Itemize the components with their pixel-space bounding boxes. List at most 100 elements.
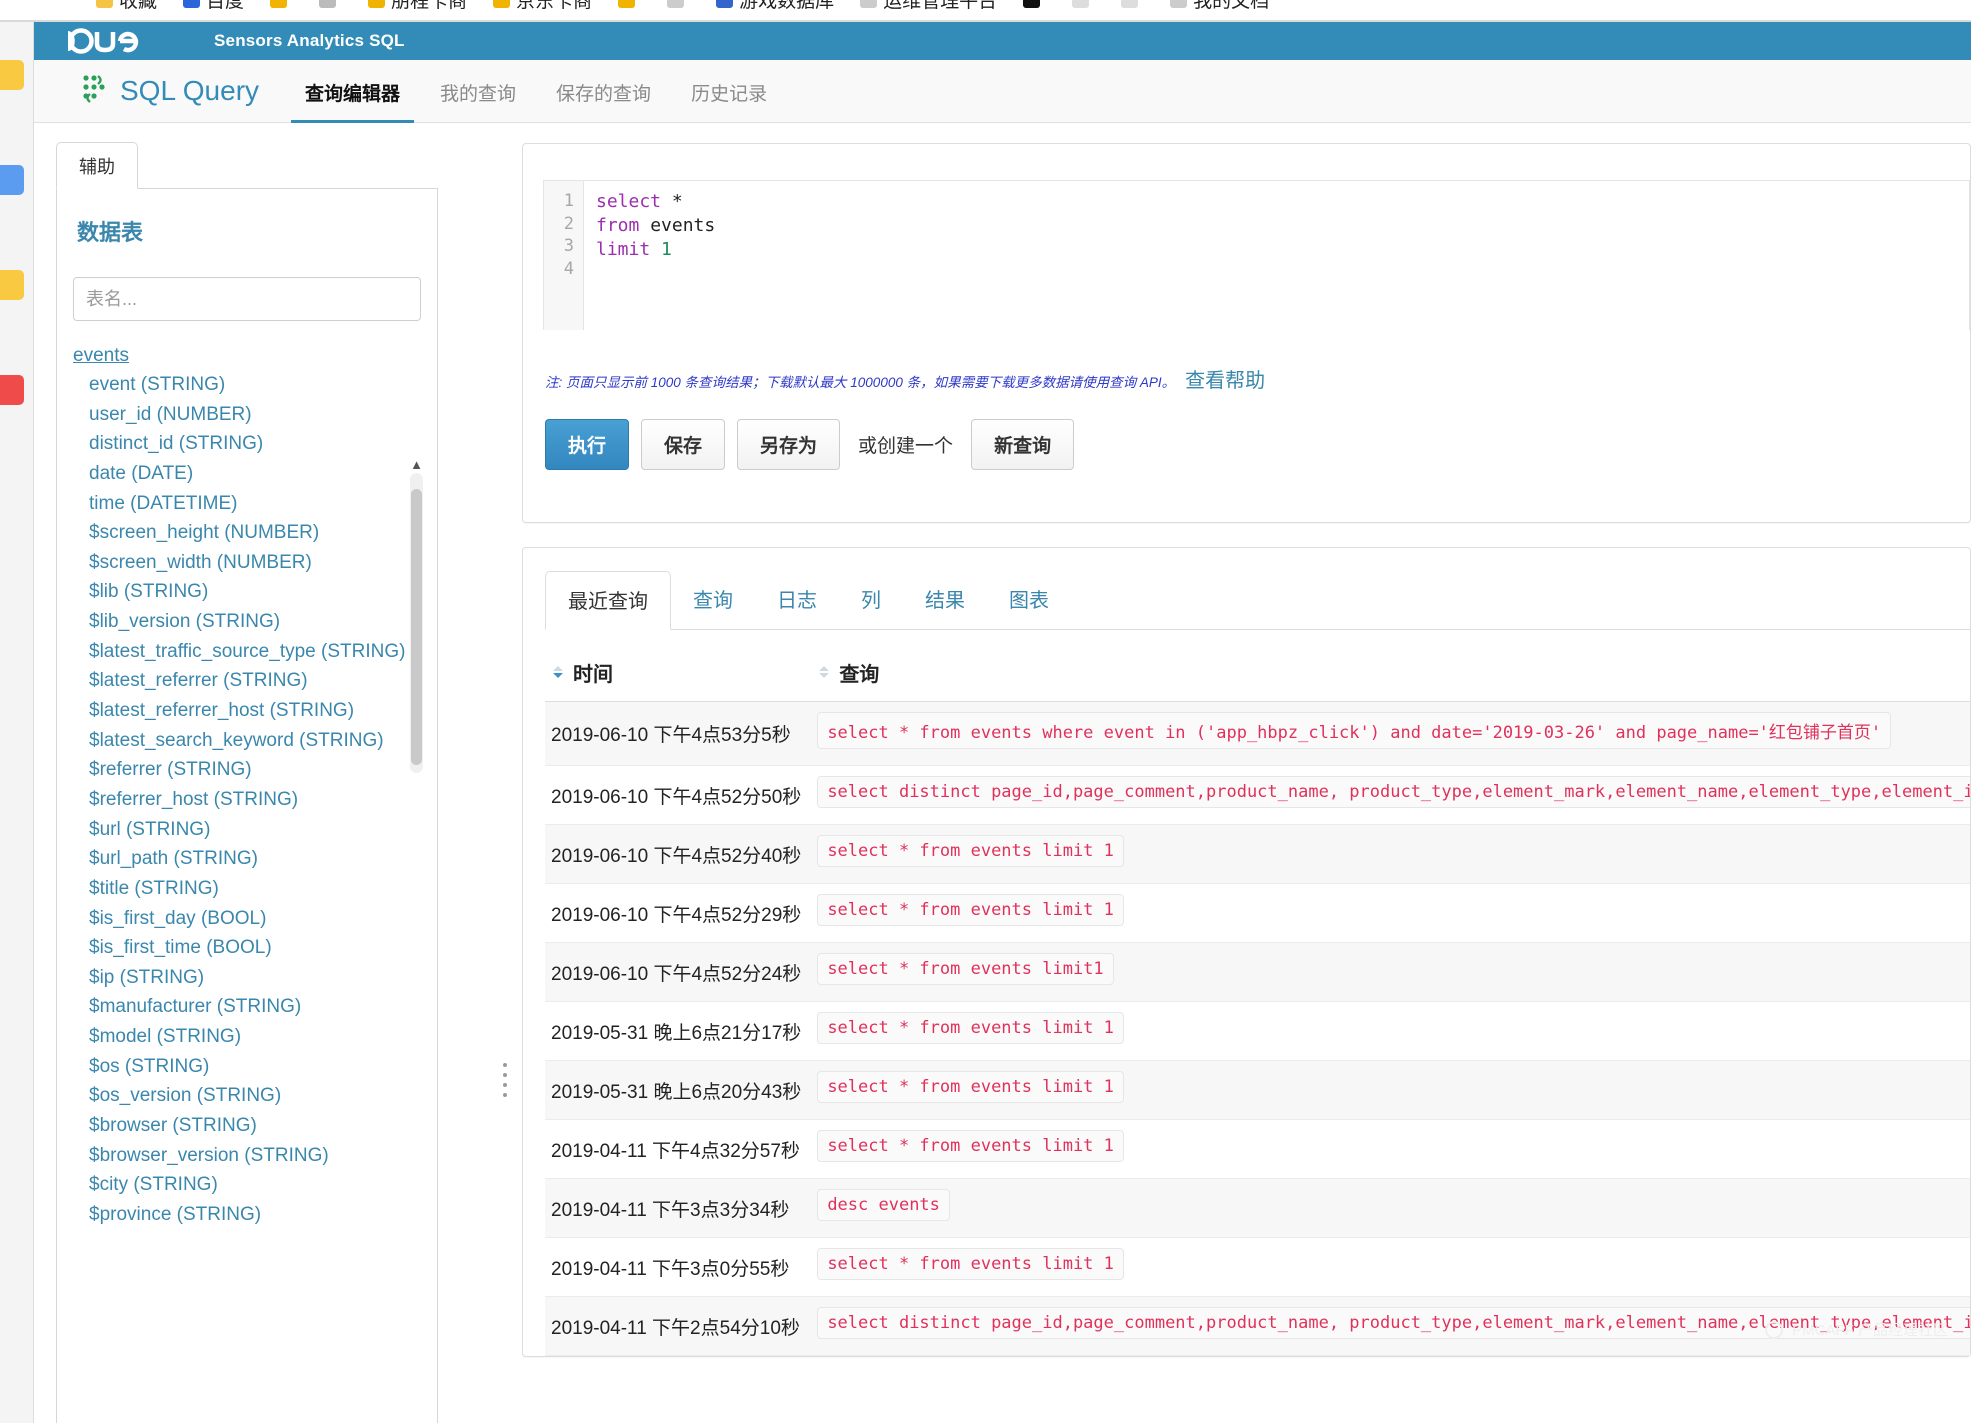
row-query-code[interactable]: select * from events limit 1 bbox=[817, 1071, 1124, 1103]
bookmark-item[interactable]: 朋程卡商 bbox=[368, 0, 467, 13]
field-item[interactable]: $latest_referrer (STRING) bbox=[89, 666, 421, 696]
field-item[interactable]: $latest_traffic_source_type (STRING) bbox=[89, 637, 421, 667]
tab-assist[interactable]: 辅助 bbox=[56, 142, 138, 189]
row-query-code[interactable]: select * from events limit1 bbox=[817, 953, 1114, 985]
bookmark-item[interactable] bbox=[1121, 0, 1144, 8]
results-tab-列[interactable]: 列 bbox=[839, 584, 903, 629]
field-item[interactable]: $is_first_time (BOOL) bbox=[89, 933, 421, 963]
table-row[interactable]: 2019-04-11 下午3点0分55秒 select * from events… bbox=[545, 1237, 1970, 1297]
sort-icon[interactable] bbox=[817, 663, 831, 686]
field-item[interactable]: time (DATETIME) bbox=[89, 489, 421, 519]
field-item[interactable]: $is_first_day (BOOL) bbox=[89, 904, 421, 934]
field-item[interactable]: $browser_version (STRING) bbox=[89, 1141, 421, 1171]
table-row[interactable]: 2019-06-10 下午4点52分50秒 select distinct pag… bbox=[545, 765, 1970, 825]
nav-item-my-queries[interactable]: 我的查询 bbox=[420, 79, 536, 122]
bookmark-item[interactable] bbox=[618, 0, 641, 8]
table-row[interactable]: 2019-04-11 下午4点32分57秒 select * from event… bbox=[545, 1119, 1970, 1179]
field-item[interactable]: $lib (STRING) bbox=[89, 577, 421, 607]
table-row[interactable]: 2019-05-31 晚上6点20分43秒 select * from event… bbox=[545, 1060, 1970, 1120]
table-row[interactable]: 2019-04-11 下午3点3分34秒 desc events bbox=[545, 1178, 1970, 1238]
field-item[interactable]: $url_path (STRING) bbox=[89, 844, 421, 874]
bookmark-item[interactable]: 运维管理平台 bbox=[860, 0, 997, 13]
row-query-code[interactable]: select * from events limit 1 bbox=[817, 1012, 1124, 1044]
column-header-time[interactable]: 时间 bbox=[545, 648, 812, 702]
sql-code-editor[interactable]: 1 2 3 4 select * from events limit 1 bbox=[543, 180, 1970, 330]
execute-button[interactable]: 执行 bbox=[545, 419, 630, 470]
results-tab-日志[interactable]: 日志 bbox=[755, 584, 839, 629]
hue-logo-icon[interactable] bbox=[64, 28, 142, 54]
field-item[interactable]: $referrer_host (STRING) bbox=[89, 785, 421, 815]
save-as-button[interactable]: 另存为 bbox=[737, 419, 841, 470]
results-tab-图表[interactable]: 图表 bbox=[987, 584, 1071, 629]
field-item[interactable]: $title (STRING) bbox=[89, 874, 421, 904]
table-row[interactable]: 2019-06-10 下午4点52分24秒 select * from event… bbox=[545, 942, 1970, 1002]
bookmark-item[interactable] bbox=[1072, 0, 1095, 8]
field-item[interactable]: $os_version (STRING) bbox=[89, 1081, 421, 1111]
field-item[interactable]: $city (STRING) bbox=[89, 1170, 421, 1200]
field-item[interactable]: distinct_id (STRING) bbox=[89, 429, 421, 459]
bookmark-item[interactable]: 我的文档 bbox=[1170, 0, 1269, 13]
results-tab-查询[interactable]: 查询 bbox=[671, 584, 755, 629]
row-query-code[interactable]: select * from events where event in ('ap… bbox=[817, 712, 1892, 749]
field-item[interactable]: date (DATE) bbox=[89, 459, 421, 489]
table-row[interactable]: 2019-06-10 下午4点52分40秒 select * from event… bbox=[545, 824, 1970, 884]
field-item[interactable]: $screen_height (NUMBER) bbox=[89, 518, 421, 548]
bookmark-item[interactable] bbox=[1023, 0, 1046, 8]
table-row[interactable]: 2019-06-10 下午4点52分29秒 select * from event… bbox=[545, 883, 1970, 943]
scrollbar-thumb[interactable] bbox=[411, 489, 422, 765]
table-row[interactable]: 2019-06-10 下午4点53分5秒 select * from events… bbox=[545, 701, 1970, 766]
assist-scrollbar[interactable]: ▲ bbox=[410, 457, 423, 773]
nav-item-saved-queries[interactable]: 保存的查询 bbox=[536, 79, 671, 122]
qq-icon[interactable] bbox=[0, 60, 24, 90]
field-item[interactable]: event (STRING) bbox=[89, 370, 421, 400]
bookmark-item[interactable] bbox=[667, 0, 690, 8]
field-item[interactable]: user_id (NUMBER) bbox=[89, 400, 421, 430]
row-query-code[interactable]: select * from events limit 1 bbox=[817, 1248, 1124, 1280]
sort-desc-icon[interactable] bbox=[551, 663, 565, 686]
save-button[interactable]: 保存 bbox=[641, 419, 726, 470]
nav-item-history[interactable]: 历史记录 bbox=[671, 79, 787, 122]
table-row[interactable]: 2019-05-31 晚上6点21分17秒 select * from event… bbox=[545, 1001, 1970, 1061]
field-item[interactable]: $screen_width (NUMBER) bbox=[89, 548, 421, 578]
bookmark-item[interactable] bbox=[319, 0, 342, 8]
nav-item-query-editor[interactable]: 查询编辑器 bbox=[285, 79, 420, 123]
bookmark-item[interactable]: 游戏数据库 bbox=[716, 0, 834, 13]
results-tab-结果[interactable]: 结果 bbox=[903, 584, 987, 629]
media-icon[interactable] bbox=[0, 375, 24, 405]
sql-query-brand[interactable]: SQL Query bbox=[80, 73, 259, 122]
row-query-code[interactable]: select * from events limit 1 bbox=[817, 1130, 1124, 1162]
table-search-input[interactable] bbox=[73, 277, 421, 321]
bookmark-item[interactable]: 收藏 bbox=[96, 0, 157, 13]
editor-code-area[interactable]: select * from events limit 1 bbox=[584, 181, 1969, 330]
field-item[interactable]: $os (STRING) bbox=[89, 1052, 421, 1082]
field-item[interactable]: $manufacturer (STRING) bbox=[89, 992, 421, 1022]
bookmark-item[interactable]: 百度 bbox=[183, 0, 244, 13]
field-item[interactable]: $ip (STRING) bbox=[89, 963, 421, 993]
bookmark-item[interactable]: 京东卡商 bbox=[493, 0, 592, 13]
field-item[interactable]: $latest_search_keyword (STRING) bbox=[89, 726, 421, 756]
panel-splitter-handle[interactable] bbox=[498, 1063, 512, 1097]
watermark-label: PMCAFF 产品经理社区 bbox=[1792, 1322, 1948, 1339]
row-query-code[interactable]: select * from events limit 1 bbox=[817, 835, 1124, 867]
row-query-code[interactable]: desc events bbox=[817, 1189, 950, 1221]
bookmark-item[interactable] bbox=[270, 0, 293, 8]
field-item[interactable]: $latest_referrer_host (STRING) bbox=[89, 696, 421, 726]
tree-node-events[interactable]: events bbox=[73, 345, 129, 367]
table-row[interactable]: 2019-04-11 下午2点54分10秒 select distinct pag… bbox=[545, 1296, 1970, 1356]
field-item[interactable]: $browser (STRING) bbox=[89, 1111, 421, 1141]
scroll-up-icon[interactable]: ▲ bbox=[410, 457, 423, 473]
field-item[interactable]: $url (STRING) bbox=[89, 815, 421, 845]
field-item[interactable]: $model (STRING) bbox=[89, 1022, 421, 1052]
field-item[interactable]: $province (STRING) bbox=[89, 1200, 421, 1230]
field-item[interactable]: $lib_version (STRING) bbox=[89, 607, 421, 637]
help-link[interactable]: 查看帮助 bbox=[1185, 364, 1265, 393]
new-query-button[interactable]: 新查询 bbox=[971, 419, 1075, 470]
wifi-icon[interactable] bbox=[0, 270, 24, 300]
row-query-code[interactable]: select distinct page_id,page_comment,pro… bbox=[817, 776, 1970, 808]
row-query-code[interactable]: select * from events limit 1 bbox=[817, 894, 1124, 926]
files-icon[interactable] bbox=[0, 165, 24, 195]
bookmark-favicon-icon bbox=[493, 0, 511, 8]
column-header-query[interactable]: 查询 bbox=[811, 648, 1970, 702]
field-item[interactable]: $referrer (STRING) bbox=[89, 755, 421, 785]
results-tab-最近查询[interactable]: 最近查询 bbox=[545, 571, 671, 630]
